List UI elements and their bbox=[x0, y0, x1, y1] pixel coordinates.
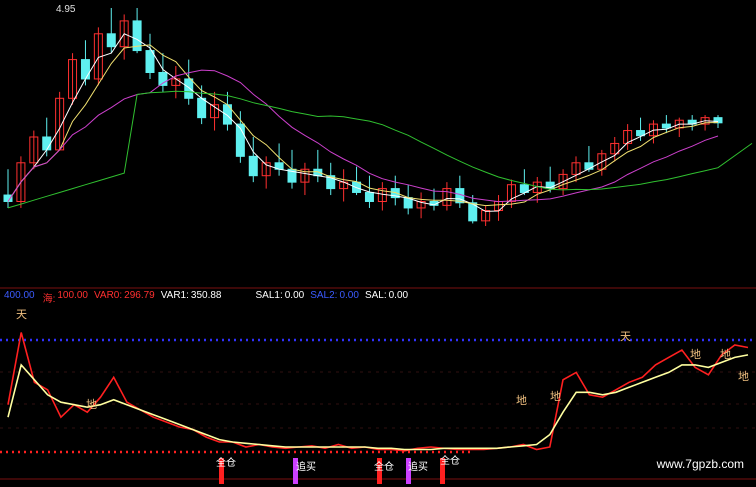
signal-ground-label: 地 bbox=[86, 398, 97, 411]
candle-body bbox=[364, 191, 374, 202]
watermark: www.7gpzb.com bbox=[656, 457, 744, 471]
signal-full-label: 全仓 bbox=[374, 460, 394, 473]
signal-ground-label: 地 bbox=[690, 348, 701, 361]
signal-ground-label: 地 bbox=[550, 390, 561, 403]
signal-ground-label: 地 bbox=[738, 370, 749, 383]
candle-body bbox=[145, 50, 155, 73]
ma-line-long bbox=[7, 69, 719, 203]
signal-ground-label: 地 bbox=[516, 394, 527, 407]
candle-body bbox=[661, 123, 671, 129]
candle-body bbox=[248, 155, 258, 177]
oscillator-yellow-line bbox=[7, 354, 749, 451]
candle-body bbox=[713, 117, 723, 124]
chart-window: 天地地地天地地地全仓 追买 全仓 追买 全仓 4.95 400.00 海: 100.00 … bbox=[0, 0, 756, 487]
signal-chase-label: 追买 bbox=[296, 460, 316, 473]
signal-chase-label: 追买 bbox=[408, 460, 428, 473]
indicator-6: SAL: 0.00 bbox=[364, 290, 409, 301]
candle-body bbox=[3, 194, 13, 202]
candle-body bbox=[80, 59, 90, 80]
indicator-1: 海: 100.00 bbox=[42, 290, 88, 305]
ma-line-mid bbox=[7, 44, 719, 207]
signal-sky-label: 天 bbox=[16, 308, 27, 321]
candle-body bbox=[197, 97, 207, 119]
candle-body bbox=[106, 33, 116, 48]
candle-body bbox=[184, 78, 194, 99]
indicator-3: VAR1: 350.88 bbox=[160, 290, 222, 301]
signal-ground-label: 地 bbox=[720, 348, 731, 361]
signal-full-label: 全仓 bbox=[440, 454, 460, 467]
indicator-0: 400.00 bbox=[4, 290, 35, 301]
indicator-2: VAR0: 296.79 bbox=[93, 290, 155, 301]
oscillator-red-line bbox=[7, 332, 749, 452]
stock-chart[interactable]: 天地地地天地 地地全仓 追买 全仓 追买全仓 bbox=[0, 0, 756, 487]
signal-full-label: 全仓 bbox=[216, 456, 236, 469]
price-high-label: 4.95 bbox=[56, 4, 76, 15]
indicator-5: SAL2: 0.00 bbox=[310, 290, 359, 301]
indicator-4: SAL1: 0.00 bbox=[255, 290, 305, 301]
indicator-readout-bar: 400.00 海: 100.00 VAR0: 296.79 VAR1: 350.88 … bbox=[4, 290, 409, 305]
candle-body bbox=[42, 136, 52, 151]
signal-sky-label: 天 bbox=[620, 330, 631, 343]
